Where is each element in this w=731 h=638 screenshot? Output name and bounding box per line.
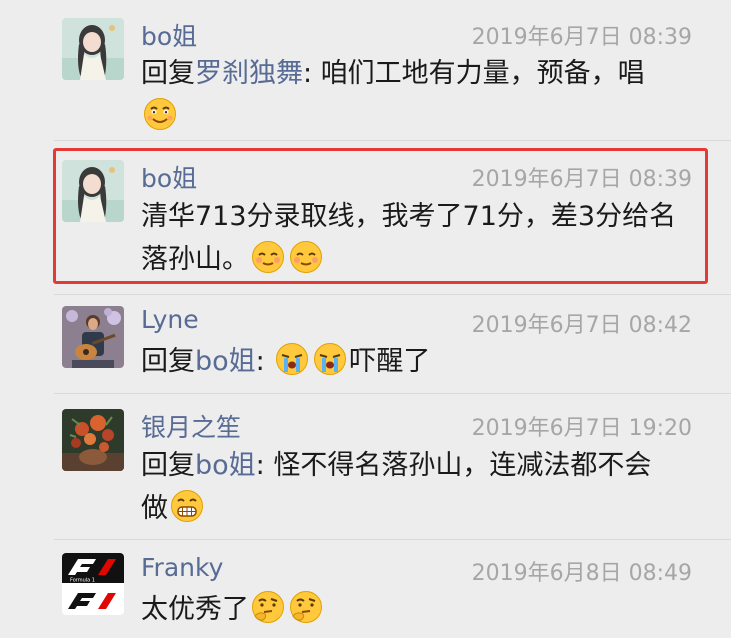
avatar[interactable]: [62, 160, 124, 222]
comment-text: 清华713分录取线，我考了71分，差3分给名 落孙山。: [141, 195, 701, 281]
comment-body: 清华713分录取线，我考了71分，差3分给名: [141, 201, 677, 232]
blush-emoji-icon: [289, 240, 323, 274]
f1-logo-avatar-icon: Formula 1: [62, 553, 124, 615]
comment-text: 回复bo姐: 怪不得名落孙山，连减法都不会 做: [141, 444, 701, 530]
comment-time: 2019年6月7日 08:39: [471, 167, 692, 192]
comment-body-continued: 做: [141, 493, 168, 524]
colon: :: [255, 346, 274, 377]
blush-emoji-icon: [251, 240, 285, 274]
commenter-name[interactable]: bo姐: [141, 17, 197, 53]
comment-time: 2019年6月7日 19:20: [471, 416, 692, 441]
avatar[interactable]: [62, 18, 124, 80]
reply-prefix: 回复: [141, 346, 195, 377]
comment-time: 2019年6月7日 08:42: [471, 313, 692, 338]
comment-body-continued: 落孙山。: [141, 244, 249, 275]
colon: :: [255, 450, 274, 481]
comment-text: 回复罗刹独舞: 咱们工地有力量，预备，唱: [141, 52, 701, 138]
reply-prefix: 回复: [141, 58, 195, 89]
colon: :: [303, 58, 321, 89]
divider: [54, 539, 731, 540]
comment-body: 怪不得名落孙山，连减法都不会: [273, 450, 652, 481]
comment-body: 咱们工地有力量，预备，唱: [320, 58, 645, 89]
avatar[interactable]: Formula 1: [62, 553, 124, 615]
divider: [54, 294, 731, 295]
mention-link[interactable]: bo姐: [195, 450, 256, 481]
f1-logo-subtext: Formula 1: [70, 578, 95, 584]
commenter-name[interactable]: 银月之笙: [141, 408, 241, 444]
grimace-emoji-icon: [170, 489, 204, 523]
mention-link[interactable]: bo姐: [195, 346, 256, 377]
comment-text: 回复bo姐: 吓醒了: [141, 340, 701, 383]
comment-body: 吓醒了: [349, 346, 431, 377]
avatar[interactable]: [62, 306, 124, 368]
thinking-emoji-icon: [251, 590, 285, 624]
anime-girl-avatar-icon: [62, 160, 124, 222]
grin-emoji-icon: [143, 97, 177, 131]
commenter-name[interactable]: Franky: [141, 553, 223, 582]
guitar-player-avatar-icon: [62, 306, 124, 368]
comment-time: 2019年6月8日 08:49: [471, 561, 692, 586]
anime-girl-avatar-icon: [62, 18, 124, 80]
commenter-name[interactable]: bo姐: [141, 159, 197, 195]
comment-text: 太优秀了: [141, 588, 701, 631]
comment-time: 2019年6月7日 08:39: [471, 25, 692, 50]
divider: [54, 393, 731, 394]
comment-body: 太优秀了: [141, 594, 249, 625]
thinking-emoji-icon: [289, 590, 323, 624]
avatar[interactable]: [62, 409, 124, 471]
mention-link[interactable]: 罗刹独舞: [195, 58, 303, 89]
commenter-name[interactable]: Lyne: [141, 305, 199, 334]
reply-prefix: 回复: [141, 450, 195, 481]
crying-emoji-icon: [313, 342, 347, 376]
flower-painting-avatar-icon: [62, 409, 124, 471]
divider: [54, 140, 731, 141]
crying-emoji-icon: [275, 342, 309, 376]
